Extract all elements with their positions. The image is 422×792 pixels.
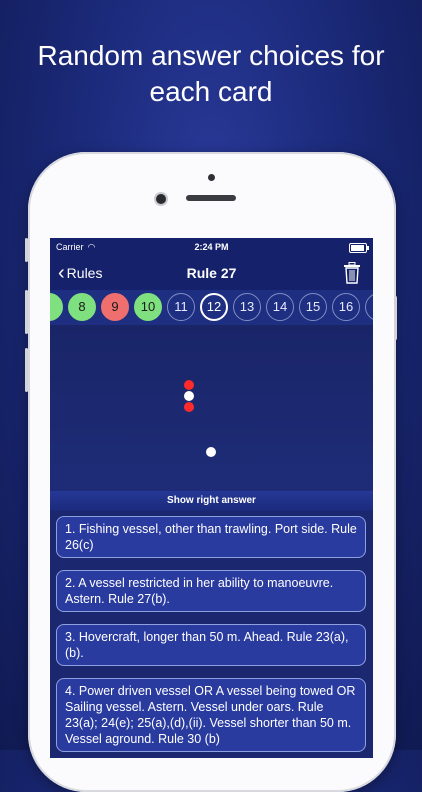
- answer-option[interactable]: 4. Power driven vessel OR A vessel being…: [56, 678, 366, 752]
- answer-option[interactable]: 3. Hovercraft, longer than 50 m. Ahead. …: [56, 624, 366, 666]
- status-bar: Carrier ◠ 2:24 PM: [50, 238, 373, 258]
- proximity-sensor: [208, 174, 215, 181]
- promo-headline: Random answer choices for each card: [0, 38, 422, 110]
- card-selector[interactable]: 8 9 10 11 12 13 14 15 16: [50, 290, 373, 325]
- red-light: [184, 380, 194, 390]
- promo-headline-line-2: each card: [149, 76, 273, 107]
- answer-option[interactable]: 2. A vessel restricted in her ability to…: [56, 570, 366, 612]
- navigation-bar: ‹ Rules Rule 27: [50, 258, 373, 290]
- show-answer-button[interactable]: Show right answer: [50, 491, 373, 511]
- light-scene: [50, 325, 373, 491]
- card-chip-current[interactable]: 12: [200, 293, 228, 321]
- card-chip[interactable]: 11: [167, 293, 195, 321]
- trash-icon[interactable]: [343, 262, 361, 284]
- page-title: Rule 27: [186, 265, 237, 281]
- card-chip[interactable]: 14: [266, 293, 294, 321]
- status-time: 2:24 PM: [194, 242, 229, 252]
- card-chip[interactable]: 9: [101, 293, 129, 321]
- card-chip[interactable]: 16: [332, 293, 360, 321]
- red-light: [184, 402, 194, 412]
- card-chip[interactable]: [50, 293, 63, 321]
- answer-option[interactable]: 1. Fishing vessel, other than trawling. …: [56, 516, 366, 558]
- front-camera-icon: [156, 194, 166, 204]
- white-light: [206, 447, 216, 457]
- app-screen: Carrier ◠ 2:24 PM ‹ Rules Rule 27 8 9 10 11 1…: [50, 238, 373, 758]
- card-chip[interactable]: 10: [134, 293, 162, 321]
- volume-up-button: [25, 290, 28, 334]
- volume-down-button: [25, 348, 28, 392]
- mute-switch: [25, 238, 28, 262]
- battery-icon: [349, 243, 369, 253]
- card-chip[interactable]: 13: [233, 293, 261, 321]
- card-chip[interactable]: 8: [68, 293, 96, 321]
- card-chip[interactable]: [365, 293, 373, 321]
- earpiece-speaker: [186, 195, 236, 201]
- power-button: [394, 296, 397, 340]
- card-chip[interactable]: 15: [299, 293, 327, 321]
- white-light: [184, 391, 194, 401]
- promo-headline-line-1: Random answer choices for: [37, 40, 385, 71]
